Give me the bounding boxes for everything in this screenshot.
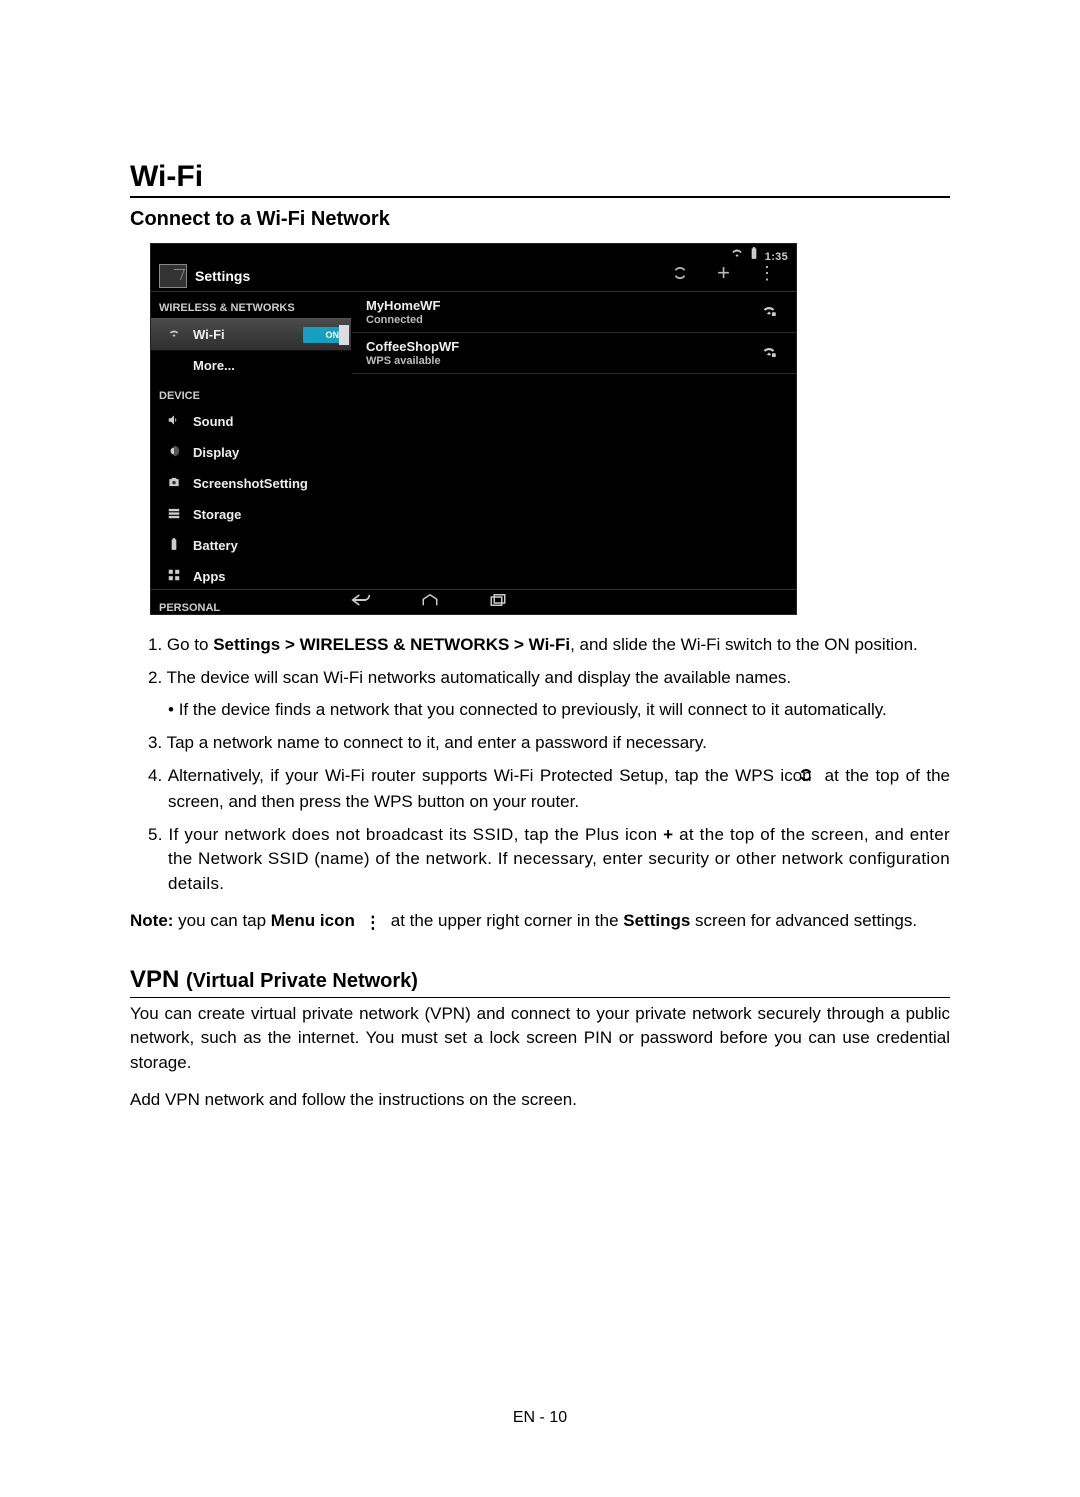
nav-home-icon[interactable] — [421, 593, 439, 611]
sound-icon — [165, 413, 183, 430]
sidebar-item-label: More... — [193, 358, 235, 373]
sidebar-item-sound[interactable]: Sound — [151, 406, 351, 437]
sidebar-item-label: Wi-Fi — [193, 327, 225, 342]
note-text: Note: you can tap Menu icon ⋮ at the upp… — [130, 907, 950, 938]
instruction-step: 2. The device will scan Wi-Fi networks a… — [130, 666, 950, 691]
apps-icon — [165, 568, 183, 585]
menu-inline-icon: ⋮ — [360, 909, 386, 938]
vpn-paragraph: You can create virtual private network (… — [130, 1002, 950, 1076]
sidebar-item-label: Battery — [193, 538, 238, 553]
instructions: 1. Go to Settings > WIRELESS & NETWORKS … — [130, 633, 950, 938]
title-text: Settings — [195, 268, 671, 284]
title-bar: Settings + ⋮ — [151, 261, 796, 292]
battery-icon — [165, 537, 183, 554]
camera-icon — [165, 475, 183, 492]
settings-sidebar: WIRELESS & NETWORKS Wi-Fi ON More... DEV… — [151, 292, 352, 592]
vpn-body: You can create virtual private network (… — [130, 1002, 950, 1113]
sidebar-item-wifi[interactable]: Wi-Fi ON — [151, 318, 351, 351]
network-row[interactable]: MyHomeWF Connected — [352, 292, 796, 333]
page-number: EN - 10 — [0, 1409, 1080, 1427]
sidebar-item-label: Apps — [193, 569, 226, 584]
network-name: CoffeeShopWF — [366, 339, 760, 354]
display-icon — [165, 444, 183, 461]
network-list: MyHomeWF Connected CoffeeShopWF WPS avai… — [352, 292, 796, 592]
sidebar-item-label: Sound — [193, 414, 233, 429]
nav-recent-icon[interactable] — [489, 593, 507, 611]
storage-icon — [165, 506, 183, 523]
instruction-bullet: If the device finds a network that you c… — [168, 698, 950, 723]
wifi-signal-secure-icon — [760, 342, 778, 364]
sidebar-header-device: DEVICE — [151, 380, 351, 406]
add-network-icon[interactable]: + — [717, 264, 730, 288]
instruction-step: 4. Alternatively, if your Wi-Fi router s… — [130, 764, 950, 815]
menu-icon[interactable]: ⋮ — [758, 264, 776, 288]
instruction-step: 3. Tap a network name to connect to it, … — [130, 731, 950, 756]
wifi-signal-secure-icon — [760, 301, 778, 323]
instruction-step: 5. If your network does not broadcast it… — [130, 823, 950, 897]
system-nav-bar — [151, 589, 796, 614]
wps-icon[interactable] — [671, 264, 689, 288]
battery-status-icon — [747, 251, 764, 263]
nav-back-icon[interactable] — [351, 593, 371, 611]
section-title: Wi-Fi — [130, 160, 950, 198]
sidebar-header-wireless: WIRELESS & NETWORKS — [151, 292, 351, 318]
sidebar-item-screenshot[interactable]: ScreenshotSetting — [151, 468, 351, 499]
sidebar-item-battery[interactable]: Battery — [151, 530, 351, 561]
network-row[interactable]: CoffeeShopWF WPS available — [352, 333, 796, 374]
vpn-paragraph: Add VPN network and follow the instructi… — [130, 1088, 950, 1113]
sidebar-item-display[interactable]: Display — [151, 437, 351, 468]
network-status: Connected — [366, 314, 760, 326]
wifi-icon — [165, 326, 183, 343]
sidebar-item-label: ScreenshotSetting — [193, 476, 308, 491]
status-bar: 1:35 — [151, 244, 796, 261]
sidebar-item-label: Display — [193, 445, 239, 460]
sidebar-item-more[interactable]: More... — [151, 351, 351, 380]
network-status: WPS available — [366, 355, 760, 367]
wifi-status-icon — [730, 251, 747, 263]
sidebar-item-label: Storage — [193, 507, 241, 522]
vpn-title: VPN (Virtual Private Network) — [130, 966, 950, 998]
section-subtitle: Connect to a Wi-Fi Network — [130, 208, 950, 231]
wifi-toggle[interactable]: ON — [303, 327, 343, 343]
instruction-step: 1. Go to Settings > WIRELESS & NETWORKS … — [130, 633, 950, 658]
sidebar-item-storage[interactable]: Storage — [151, 499, 351, 530]
device-screenshot: 1:35 Settings + ⋮ WIRELESS & NETWORKS — [150, 243, 797, 615]
sidebar-item-apps[interactable]: Apps — [151, 561, 351, 592]
settings-app-icon — [159, 264, 187, 288]
network-name: MyHomeWF — [366, 298, 760, 313]
status-time: 1:35 — [765, 251, 788, 263]
